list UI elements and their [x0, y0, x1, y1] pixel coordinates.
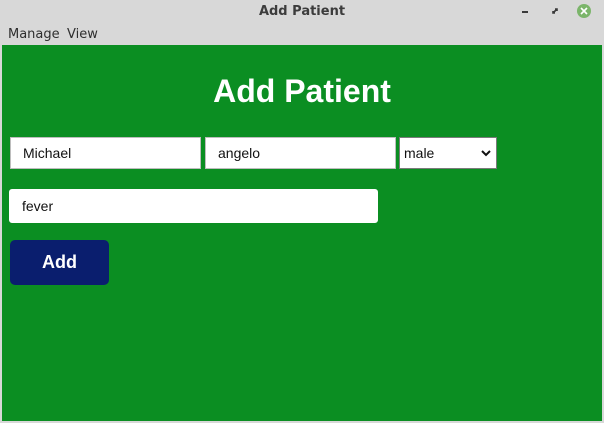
reason-input[interactable]: fever [9, 189, 378, 223]
chevron-down-icon [481, 150, 491, 157]
first-name-input[interactable]: Michael [10, 137, 201, 169]
last-name-value: angelo [218, 145, 261, 161]
title-bar[interactable]: Add Patient [0, 0, 604, 23]
add-button-label: Add [42, 252, 77, 272]
menu-view[interactable]: View [67, 27, 98, 42]
menu-bar: Manage View [0, 23, 604, 45]
maximize-button[interactable] [547, 3, 563, 19]
close-icon [577, 4, 591, 18]
menu-manage[interactable]: Manage [8, 27, 60, 42]
maximize-icon [552, 8, 558, 14]
minimize-button[interactable] [517, 3, 533, 19]
add-patient-form: Add Patient Michael angelo male fever Ad… [2, 45, 602, 421]
window-title: Add Patient [258, 4, 346, 19]
app-window: Add Patient Manage View Add Patient Mich… [0, 0, 604, 423]
reason-value: fever [22, 198, 54, 214]
gender-select[interactable]: male [399, 137, 497, 169]
page-title: Add Patient [213, 73, 391, 109]
last-name-input[interactable]: angelo [205, 137, 396, 169]
first-name-value: Michael [23, 145, 72, 161]
gender-value: male [404, 145, 435, 161]
add-button[interactable]: Add [10, 240, 109, 285]
close-button[interactable] [576, 3, 592, 19]
minimize-icon [522, 11, 528, 13]
